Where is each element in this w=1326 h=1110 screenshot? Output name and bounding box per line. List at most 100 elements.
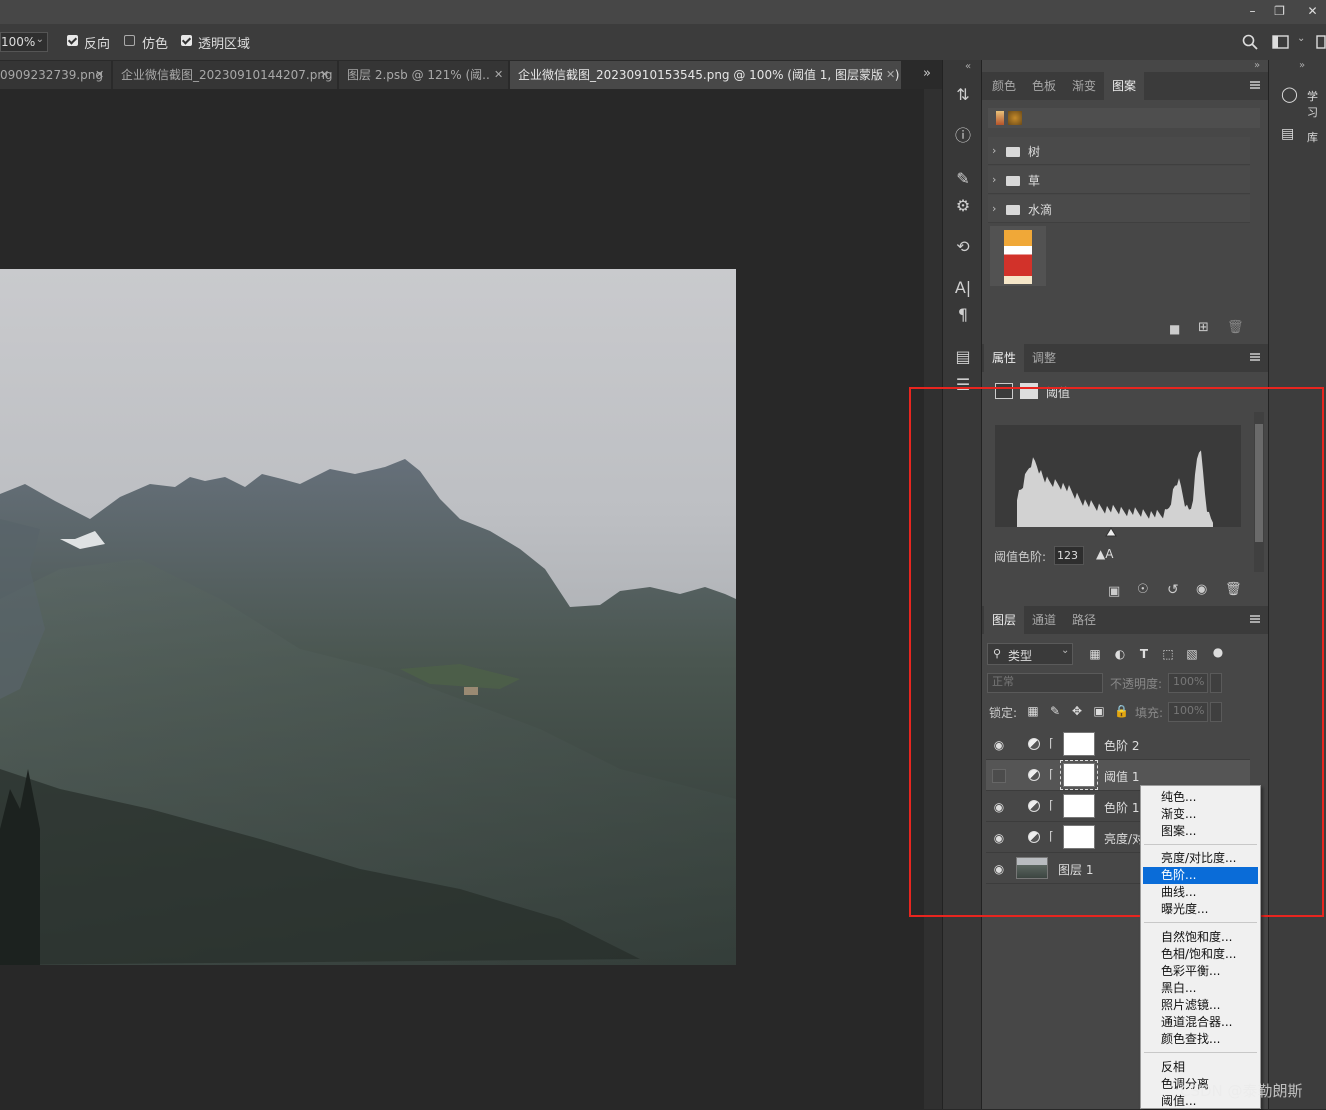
collapse-icon[interactable]: « bbox=[965, 61, 971, 72]
pattern-folder[interactable]: › 水滴 bbox=[988, 195, 1250, 223]
zoom-value: 100% bbox=[1, 35, 36, 49]
menu-item-color-lookup[interactable]: 颜色查找... bbox=[1143, 1031, 1258, 1048]
expand-icon[interactable]: » bbox=[1254, 60, 1260, 71]
folder-icon bbox=[1006, 176, 1020, 186]
menu-item-color-balance[interactable]: 色彩平衡... bbox=[1143, 963, 1258, 980]
library-icon: ▤ bbox=[1281, 126, 1295, 142]
menu-separator bbox=[1144, 1052, 1257, 1053]
pattern-panel-tabs: 颜色 色板 渐变 图案 bbox=[982, 72, 1268, 100]
close-tab-icon[interactable]: ✕ bbox=[95, 61, 104, 89]
recent-patterns bbox=[988, 108, 1260, 128]
new-pattern-icon[interactable]: ⊞ bbox=[1198, 320, 1209, 335]
doc-tab-label: 0909232739.png bbox=[0, 68, 104, 82]
menu-item-hue-saturation[interactable]: 色相/饱和度... bbox=[1143, 946, 1258, 963]
recent-pattern-swatch[interactable] bbox=[1008, 111, 1022, 125]
menu-item-solid-color[interactable]: 纯色... bbox=[1143, 789, 1258, 806]
menu-item-channel-mixer[interactable]: 通道混合器... bbox=[1143, 1014, 1258, 1031]
close-tab-icon[interactable]: ✕ bbox=[882, 61, 896, 89]
lightbulb-icon: ◯ bbox=[1281, 85, 1298, 103]
new-group-icon[interactable]: ■ bbox=[1169, 322, 1180, 336]
learn-panel-button[interactable]: ◯ 学习 bbox=[1269, 76, 1326, 119]
character-icon[interactable]: A| bbox=[951, 277, 975, 299]
doc-tab-label: 企业微信截图_20230910153545.png @ 100% (阈值 1, … bbox=[518, 68, 902, 82]
doc-tab-label: 企业微信截图_20230910144207.png bbox=[121, 68, 333, 82]
doc-tab-3[interactable]: 图层 2.psb @ 121% (阈... ✕ bbox=[339, 61, 509, 89]
doc-tab-1[interactable]: 0909232739.png ✕ bbox=[0, 61, 112, 89]
reverse-checkbox[interactable] bbox=[67, 35, 78, 46]
zoom-select[interactable]: 100% ⌄ bbox=[0, 32, 48, 52]
restore-button[interactable]: ❐ bbox=[1266, 0, 1293, 22]
doc-tab-4-active[interactable]: 企业微信截图_20230910153545.png @ 100% (阈值 1, … bbox=[510, 61, 902, 89]
history-icon[interactable]: ⇅ bbox=[951, 84, 975, 106]
recent-pattern-swatch[interactable] bbox=[996, 111, 1004, 125]
annotation-box bbox=[909, 387, 1324, 917]
folder-icon bbox=[1006, 147, 1020, 157]
brush-settings-icon[interactable]: ✎ bbox=[951, 168, 975, 190]
search-icon[interactable] bbox=[1242, 34, 1258, 50]
adjustment-context-menu: 纯色... 渐变... 图案... 亮度/对比度... 色阶... 曲线... … bbox=[1140, 785, 1261, 1109]
tab-patterns[interactable]: 图案 bbox=[1104, 72, 1145, 100]
watermark: CSDN @泰勒朗斯 bbox=[1180, 1082, 1303, 1100]
transparency-checkbox[interactable] bbox=[181, 35, 192, 46]
close-tab-icon[interactable]: ✕ bbox=[320, 61, 329, 89]
menu-item-pattern[interactable]: 图案... bbox=[1143, 823, 1258, 840]
menu-item-levels[interactable]: 色阶... bbox=[1143, 867, 1258, 884]
dither-label: 仿色 bbox=[142, 37, 169, 52]
menu-item-black-white[interactable]: 黑白... bbox=[1143, 980, 1258, 997]
dither-checkbox[interactable] bbox=[124, 35, 135, 46]
folder-icon bbox=[1006, 205, 1020, 215]
actions-icon[interactable]: ⟲ bbox=[951, 236, 975, 258]
menu-separator bbox=[1144, 844, 1257, 845]
transparency-label: 透明区域 bbox=[198, 37, 251, 52]
tab-gradients[interactable]: 渐变 bbox=[1064, 72, 1104, 100]
properties-panel-tabs: 属性 调整 bbox=[982, 344, 1268, 372]
chevron-right-icon: › bbox=[992, 173, 997, 186]
minimize-button[interactable]: – bbox=[1239, 0, 1266, 22]
document-tabs: 0909232739.png ✕ 企业微信截图_20230910144207.p… bbox=[0, 61, 942, 89]
folder-name: 水滴 bbox=[1028, 203, 1053, 217]
adjustments-icon[interactable]: ⚙ bbox=[951, 195, 975, 217]
workspace-icon[interactable] bbox=[1272, 35, 1290, 49]
options-bar: 100% ⌄ 反向 仿色 透明区域 ⌄ bbox=[0, 24, 1326, 61]
tab-swatches[interactable]: 色板 bbox=[1024, 72, 1064, 100]
library-panel-button[interactable]: ▤ 库 bbox=[1269, 118, 1326, 154]
mountain-photo[interactable] bbox=[0, 269, 736, 965]
doc-tab-label: 图层 2.psb @ 121% (阈... bbox=[347, 68, 494, 82]
close-window-button[interactable]: ✕ bbox=[1299, 0, 1326, 22]
panel-menu-icon[interactable] bbox=[1250, 81, 1260, 89]
menu-item-curves[interactable]: 曲线... bbox=[1143, 884, 1258, 901]
share-icon[interactable] bbox=[1316, 34, 1326, 50]
menu-item-gradient[interactable]: 渐变... bbox=[1143, 806, 1258, 823]
menu-item-invert[interactable]: 反相 bbox=[1143, 1059, 1258, 1076]
menu-item-exposure[interactable]: 曝光度... bbox=[1143, 901, 1258, 918]
tab-properties[interactable]: 属性 bbox=[984, 344, 1025, 372]
tiger-pattern-image bbox=[1004, 230, 1032, 284]
learn-label: 学习 bbox=[1307, 90, 1318, 119]
workspace-chevron-icon[interactable]: ⌄ bbox=[1297, 33, 1305, 44]
expand-icon[interactable]: » bbox=[1299, 60, 1305, 71]
tab-color[interactable]: 颜色 bbox=[984, 72, 1024, 100]
pattern-folder[interactable]: › 草 bbox=[988, 166, 1250, 194]
menu-item-vibrance[interactable]: 自然饱和度... bbox=[1143, 929, 1258, 946]
info-icon[interactable]: ⓘ bbox=[951, 125, 975, 147]
glyphs-icon[interactable]: ▤ bbox=[951, 346, 975, 368]
reverse-label: 反向 bbox=[84, 37, 111, 52]
menu-item-brightness-contrast[interactable]: 亮度/对比度... bbox=[1143, 850, 1258, 867]
doc-tab-2[interactable]: 企业微信截图_20230910144207.png ✕ bbox=[113, 61, 338, 89]
menu-separator bbox=[1144, 922, 1257, 923]
close-tab-icon[interactable]: ✕ bbox=[490, 61, 504, 89]
library-label: 库 bbox=[1307, 131, 1318, 144]
folder-name: 草 bbox=[1028, 174, 1041, 188]
panel-menu-icon[interactable] bbox=[1250, 353, 1260, 361]
paragraph-icon[interactable]: ¶ bbox=[951, 304, 975, 326]
tab-adjustments[interactable]: 调整 bbox=[1024, 344, 1064, 372]
pattern-folder[interactable]: › 树 bbox=[988, 137, 1250, 165]
more-tabs-icon[interactable]: » bbox=[923, 66, 931, 81]
title-bar: – ❐ ✕ bbox=[0, 0, 1326, 24]
chevron-right-icon: › bbox=[992, 202, 997, 215]
menu-item-photo-filter[interactable]: 照片滤镜... bbox=[1143, 997, 1258, 1014]
chevron-down-icon: ⌄ bbox=[35, 34, 44, 45]
pattern-thumbnail[interactable] bbox=[990, 226, 1046, 286]
chevron-right-icon: › bbox=[992, 144, 997, 157]
delete-icon[interactable]: 🗑 bbox=[1227, 320, 1244, 335]
